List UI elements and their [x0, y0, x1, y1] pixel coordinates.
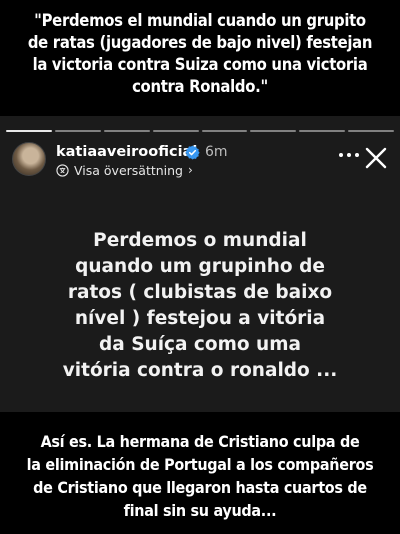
username[interactable]: katiaaveirooficial: [56, 144, 197, 160]
top-caption-line: "Perdemos el mundial cuando un grupito: [34, 11, 366, 30]
translate-link[interactable]: Visa översättning ›: [56, 162, 193, 178]
translate-label: Visa översättning: [74, 162, 183, 178]
instagram-story[interactable]: katiaaveirooficial 6m Visa översättning …: [0, 116, 400, 412]
translate-icon: [56, 163, 69, 177]
progress-segment: [348, 130, 394, 132]
story-text-line: vitória contra o ronaldo ...: [62, 360, 338, 381]
progress-segment: [201, 130, 248, 132]
bottom-caption-line: de Cristiano que llegaron hasta cuartos …: [33, 478, 367, 497]
top-caption-line: contra Ronaldo.": [132, 77, 268, 96]
story-text-line: ratos ( clubistas de baixo: [67, 282, 333, 303]
story-text-line: da Suíça como uma: [99, 334, 301, 355]
story-text-line: quando um grupinho de: [75, 256, 325, 277]
story-text-line: nível ) festejou a vitória: [74, 308, 326, 329]
more-icon[interactable]: [338, 152, 360, 158]
top-caption-line: la victoria contra Suiza como una victor…: [32, 55, 368, 74]
verified-badge-icon: [185, 145, 200, 160]
top-caption: "Perdemos el mundial cuando un grupito d…: [0, 10, 400, 98]
progress-segment: [54, 130, 101, 132]
story-progress-bar: [6, 130, 394, 132]
progress-segment: [103, 130, 150, 132]
chevron-right-icon: ›: [188, 163, 193, 177]
bottom-caption-line: la eliminación de Portugal a los compañe…: [26, 455, 374, 474]
bottom-caption: Así es. La hermana de Cristiano culpa de…: [0, 430, 400, 522]
close-icon[interactable]: [364, 146, 388, 170]
top-caption-line: de ratas (jugadores de bajo nivel) feste…: [27, 33, 373, 52]
avatar[interactable]: [12, 142, 46, 176]
progress-segment: [250, 130, 297, 132]
progress-segment: [299, 130, 346, 132]
bottom-caption-line: final sin su ayuda...: [123, 501, 277, 520]
progress-segment: [6, 130, 52, 132]
progress-segment: [152, 130, 199, 132]
post-time: 6m: [205, 144, 228, 160]
bottom-caption-line: Así es. La hermana de Cristiano culpa de: [40, 432, 360, 451]
story-header: katiaaveirooficial 6m Visa översättning …: [12, 142, 388, 182]
story-text-line: Perdemos o mundial: [93, 230, 307, 251]
story-text: Perdemos o mundial quando um grupinho de…: [0, 228, 400, 384]
